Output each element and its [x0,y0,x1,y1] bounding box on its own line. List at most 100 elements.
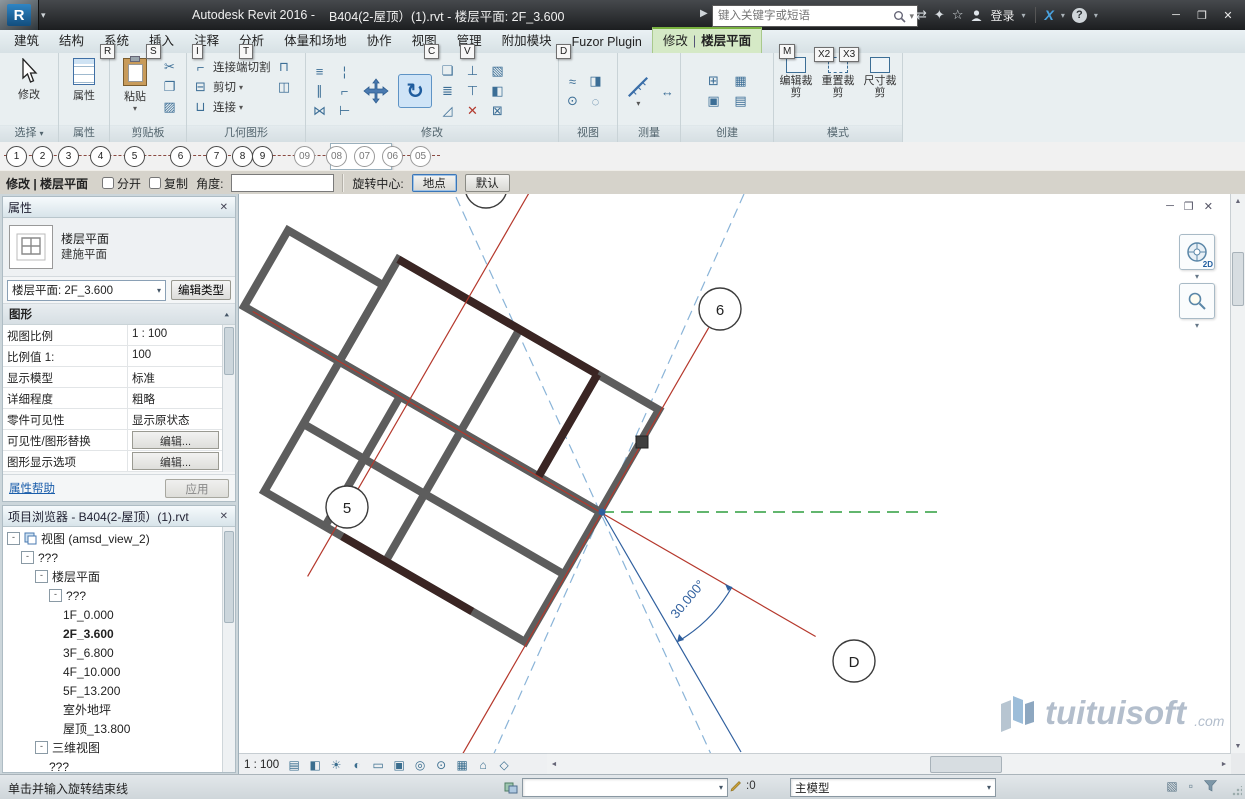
horizontal-scrollbar[interactable]: ◄ ► [547,753,1231,775]
grid-bubble-6[interactable]: 6 [699,288,741,330]
shadows-icon[interactable]: ◐ [348,756,366,774]
strip-grid-bubble-8[interactable]: 8 [232,146,253,167]
tab-1[interactable]: 建筑 [4,27,49,53]
properties-help-link[interactable]: 属性帮助 [9,480,55,496]
strip-grid-bubble-1[interactable]: 1 [6,146,27,167]
quick-access-overflow-icon[interactable]: ▶ [700,8,708,19]
horizontal-scroll-thumb[interactable] [930,756,1002,773]
strip-grid-bubble-4[interactable]: 4 [90,146,111,167]
linework-icon[interactable]: ◌ [586,92,605,111]
user-icon[interactable] [970,9,983,22]
scroll-left-icon[interactable]: ◄ [547,754,561,775]
edit-type-button[interactable]: 编辑类型 [171,280,231,300]
resize-grip[interactable] [1232,786,1242,796]
show-crop-region-icon[interactable]: ▣ [390,756,408,774]
grid-bubble-5[interactable]: 5 [326,486,368,528]
cut-geometry-button[interactable]: ⊟ 剪切▾ [191,77,271,97]
exclude-options-icon[interactable]: ▧ [1166,779,1177,793]
tree-expander-icon[interactable]: - [49,589,62,602]
create-similar-icon[interactable]: ⊞ [704,72,723,91]
split-face-icon[interactable]: ◧ [488,82,507,101]
scroll-up-icon[interactable]: ▲ [1231,194,1245,208]
angle-input[interactable] [231,174,334,192]
demolish-icon[interactable]: ⊠ [488,102,507,121]
trim-icon[interactable]: ⌐ [335,82,354,101]
reset-crop-button[interactable]: 重置裁剪 [820,57,856,99]
default-button[interactable]: 默认 [465,174,510,192]
tree-expander-icon[interactable]: - [21,551,34,564]
tree-item-4F_10-000[interactable]: 4F_10.000 [3,662,235,681]
panel-select-label[interactable]: 选择▾ [0,125,58,142]
match-properties-icon[interactable]: ▨ [160,97,179,116]
properties-toggle-button[interactable]: 属性 [63,57,105,104]
tab-2[interactable]: 结构 [49,27,94,53]
worksets-icon[interactable] [504,780,518,794]
strip-grid-bubble-05[interactable]: 05 [410,146,431,167]
copy-checkbox-input[interactable] [149,177,161,189]
design-option-select[interactable]: 主模型 ▾ [790,778,996,797]
type-selector-dropdown[interactable]: 楼层平面: 2F_3.600 ▾ [7,280,166,301]
array-icon[interactable]: ≣ [438,82,457,101]
wheel-caret-icon[interactable]: ▾ [1195,272,1199,281]
exchange-caret-icon[interactable]: ▾ [1061,11,1065,20]
view-restore-icon[interactable]: ❐ [1184,200,1194,213]
split-icon[interactable]: ¦ [335,62,354,81]
copy-icon[interactable]: ❏ [438,62,457,81]
override-graphics-icon[interactable]: ◨ [586,72,605,91]
paste-button[interactable]: 粘贴 ▾ [114,57,156,114]
tab-modify-floorplan[interactable]: 修改|楼层平面 [652,27,762,53]
help-caret-icon[interactable]: ▾ [1094,11,1098,20]
scroll-down-icon[interactable]: ▼ [1231,739,1245,753]
tree-item-2F_3-600[interactable]: 2F_3.600 [3,624,235,643]
notification-icon[interactable]: ✦ [934,7,945,23]
tree-item-视图-amsd_view_2-[interactable]: -视图 (amsd_view_2) [3,529,235,548]
favorites-star-icon[interactable]: ☆ [952,7,964,23]
tab-8[interactable]: 协作 [357,27,402,53]
press-drag-icon[interactable]: ▫ [1189,779,1193,793]
copy-to-clipboard-icon[interactable]: ❐ [160,77,179,96]
application-menu-caret-icon[interactable]: ▾ [41,10,46,21]
properties-title-bar[interactable]: 属性 ✕ [3,197,235,218]
drawing-canvas[interactable]: 30.000° 6 5 D [239,194,1231,753]
tree-item-屋顶_13-800[interactable]: 屋顶_13.800 [3,719,235,738]
thin-lines-icon[interactable]: ≈ [563,72,582,91]
property-edit-button[interactable]: 编辑... [132,431,219,449]
sign-in-label[interactable]: 登录 [990,7,1014,24]
rotation-center-marker[interactable] [599,509,606,516]
aligned-dimension-icon[interactable]: ↔ [659,82,676,101]
disjoin-checkbox-input[interactable] [102,177,114,189]
project-browser-close-icon[interactable]: ✕ [218,511,230,522]
help-icon[interactable]: ? [1072,8,1087,23]
beam-joins-icon[interactable]: ⊓ [275,57,294,76]
detail-level-icon[interactable]: ▤ [285,756,303,774]
crop-view-icon[interactable]: ▭ [369,756,387,774]
vertical-scroll-thumb[interactable] [1232,252,1244,306]
extend-icon[interactable]: ⊢ [335,102,354,121]
temporary-hide-isolate-icon[interactable]: ◎ [411,756,429,774]
edit-crop-button[interactable]: 编辑裁剪 [778,57,814,99]
search-input[interactable] [716,9,890,23]
offset-icon[interactable]: ∥ [310,82,329,101]
strip-grid-bubble-7[interactable]: 7 [206,146,227,167]
view-minimize-icon[interactable]: ─ [1166,200,1174,213]
scale-button[interactable]: 1 : 100 [244,759,279,771]
property-value[interactable]: 100 [128,346,223,366]
measure-button[interactable]: ▾ [622,74,655,109]
unpin-icon[interactable]: ⊤ [463,82,482,101]
temporary-view-properties-icon[interactable]: ▦ [453,756,471,774]
tree-item-5F_13-200[interactable]: 5F_13.200 [3,681,235,700]
editing-requests-icon[interactable] [730,780,742,792]
paint-icon[interactable]: ▧ [488,62,507,81]
property-value[interactable]: 粗略 [128,388,223,408]
zoom-button[interactable] [1179,283,1215,319]
reveal-hidden-elements-icon[interactable]: ⊙ [432,756,450,774]
strip-grid-bubble-06[interactable]: 06 [382,146,403,167]
tab-5[interactable]: 注释 [184,27,229,53]
create-assembly-icon[interactable]: ▦ [731,72,750,91]
steering-wheel-button[interactable]: 2D [1179,234,1215,270]
tree-item--[interactable]: ??? [3,757,235,772]
reference-dashed-lines[interactable] [456,194,744,753]
strip-grid-bubble-5[interactable]: 5 [124,146,145,167]
join-end-cut-button[interactable]: ⌐ 连接端切割 [191,57,271,77]
strip-grid-bubble-08[interactable]: 08 [326,146,347,167]
